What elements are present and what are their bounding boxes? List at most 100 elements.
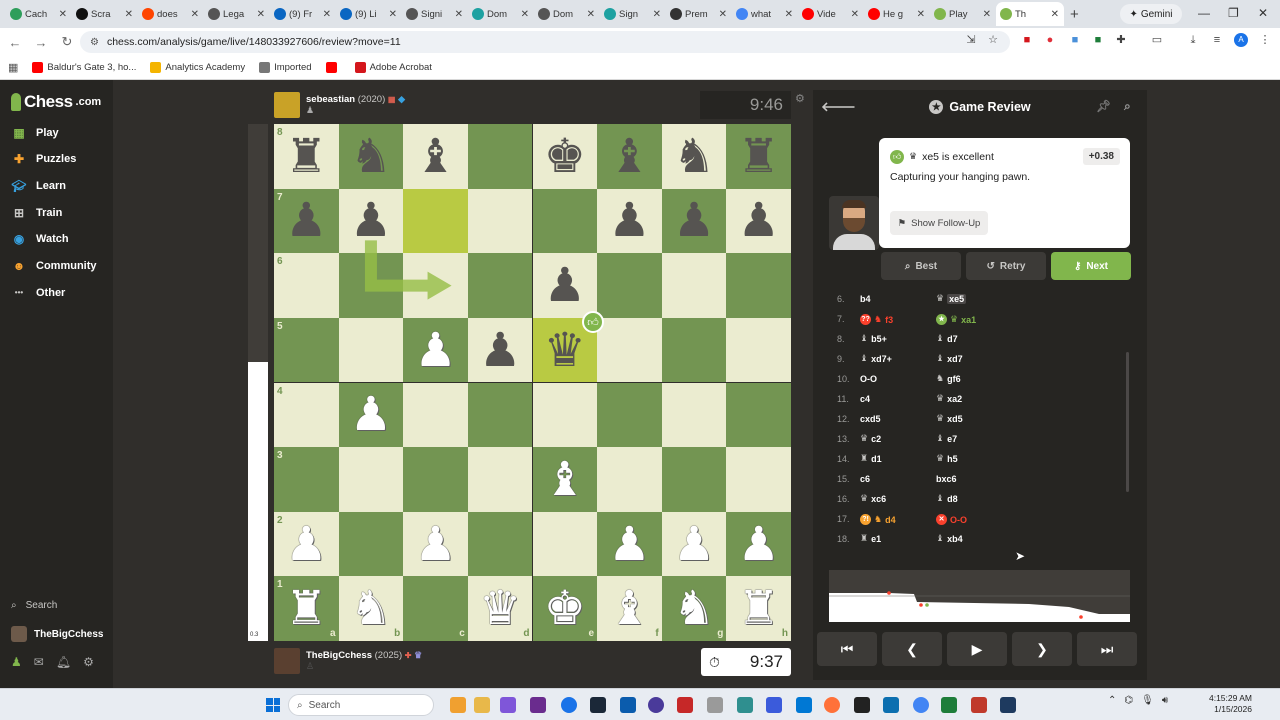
black-move[interactable]: ♛ xd5 xyxy=(936,414,963,424)
piece-c8[interactable]: ♝ xyxy=(403,124,468,189)
browser-tab[interactable]: (9) Li ✕ xyxy=(336,2,402,26)
menu-kebab-icon[interactable]: ⋮ xyxy=(1258,33,1272,47)
avatar[interactable] xyxy=(274,92,300,118)
bookmark-item[interactable]: Adobe Acrobat xyxy=(354,62,432,73)
square-c4[interactable] xyxy=(403,382,468,448)
network-icon[interactable]: ⌬ xyxy=(1124,695,1133,706)
settings-gear-icon[interactable]: ⚙ xyxy=(83,655,94,669)
square-d3[interactable] xyxy=(467,447,533,512)
taskbar-app-icon[interactable] xyxy=(707,697,723,713)
square-d6[interactable] xyxy=(467,253,533,318)
taskbar-app-icon[interactable] xyxy=(766,697,782,713)
extension-icon[interactable]: ■ xyxy=(1068,33,1082,47)
steam-icon[interactable] xyxy=(590,697,606,713)
close-window-icon[interactable]: ✕ xyxy=(1258,6,1268,20)
download-icon[interactable]: ⤓ xyxy=(1186,33,1200,47)
piece-a8[interactable]: ♜ xyxy=(274,124,339,189)
piece-f8[interactable]: ♝ xyxy=(597,124,662,189)
piece-f7[interactable]: ♟ xyxy=(597,189,662,254)
piece-g1[interactable]: ♞ xyxy=(662,576,727,641)
taskbar-search[interactable]: ⌕ Search xyxy=(288,694,434,716)
piece-b4[interactable]: ♟ xyxy=(339,383,404,448)
square-g5[interactable] xyxy=(661,317,727,383)
close-tab-icon[interactable]: ✕ xyxy=(125,9,133,20)
pin-icon[interactable]: 📌︎ xyxy=(1096,99,1111,113)
close-tab-icon[interactable]: ✕ xyxy=(191,9,199,20)
play-button[interactable]: ▶ xyxy=(947,632,1007,666)
browser-tab[interactable]: He g ✕ xyxy=(864,2,930,26)
taskbar-app-icon[interactable] xyxy=(450,697,466,713)
next-move-button[interactable]: ❯ xyxy=(1012,632,1072,666)
square-b6[interactable] xyxy=(338,253,404,318)
black-move[interactable]: ♝ e7 xyxy=(936,434,957,444)
sidebar-item-puzzles[interactable]: ✚ Puzzles xyxy=(11,152,76,166)
close-tab-icon[interactable]: ✕ xyxy=(851,9,859,20)
square-a3[interactable]: 3 xyxy=(274,447,339,512)
piece-h1[interactable]: ♜ xyxy=(726,576,791,641)
square-e7[interactable] xyxy=(532,188,598,254)
bookmark-item[interactable]: Imported xyxy=(259,62,312,73)
friends-icon[interactable]: ♟ xyxy=(11,655,22,669)
square-a4[interactable]: 4 xyxy=(274,382,339,448)
next-button[interactable]: ⚷ Next xyxy=(1051,252,1131,280)
browser-tab[interactable]: (9) Fr ✕ xyxy=(270,2,336,26)
piece-d1[interactable]: ♛ xyxy=(468,576,533,641)
volume-icon[interactable]: 🔊︎ xyxy=(1162,695,1168,706)
move-list-scrollbar[interactable] xyxy=(1126,352,1129,492)
mail-icon[interactable]: ✉ xyxy=(34,655,44,669)
black-move[interactable]: bxc6 xyxy=(936,474,957,484)
close-tab-icon[interactable]: ✕ xyxy=(917,9,925,20)
previous-move-button[interactable]: ❮ xyxy=(882,632,942,666)
square-h6[interactable] xyxy=(726,253,791,318)
new-tab-button[interactable]: + xyxy=(1070,6,1079,23)
black-move[interactable]: ♛ xe5 xyxy=(936,294,967,304)
piece-h8[interactable]: ♜ xyxy=(726,124,791,189)
filezilla-icon[interactable] xyxy=(971,697,987,713)
top-player-name-row[interactable]: sebeastian (2020) ▦ ◆ xyxy=(306,94,405,105)
browser-tab[interactable]: Play ✕ xyxy=(930,2,996,26)
taskbar-app-icon[interactable] xyxy=(737,697,753,713)
close-tab-icon[interactable]: ✕ xyxy=(785,9,793,20)
system-clock[interactable]: 4:15:29 AM 1/15/2026 xyxy=(1206,693,1252,715)
close-tab-icon[interactable]: ✕ xyxy=(1051,9,1059,20)
windows-start-icon[interactable] xyxy=(266,698,280,712)
close-tab-icon[interactable]: ✕ xyxy=(719,9,727,20)
site-info-icon[interactable]: ⚙ xyxy=(90,37,99,48)
chrome-profile-icon[interactable] xyxy=(913,697,929,713)
taskbar-app-icon[interactable] xyxy=(1000,697,1016,713)
back-icon[interactable]: ← xyxy=(4,35,26,50)
white-move[interactable]: ♜ d1 xyxy=(860,454,882,464)
square-f6[interactable] xyxy=(597,253,662,318)
close-tab-icon[interactable]: ✕ xyxy=(653,9,661,20)
piece-a2[interactable]: ♟ xyxy=(274,512,339,577)
piece-h7[interactable]: ♟ xyxy=(726,189,791,254)
piece-e3[interactable]: ♝ xyxy=(533,447,598,512)
piece-e6[interactable]: ♟ xyxy=(533,253,598,318)
extension-icon[interactable]: ● xyxy=(1043,33,1057,47)
square-a6[interactable]: 6 xyxy=(274,253,339,318)
white-move[interactable]: ♛ xc6 xyxy=(860,494,886,504)
square-b2[interactable] xyxy=(338,511,404,577)
square-d2[interactable] xyxy=(467,511,533,577)
square-h3[interactable] xyxy=(726,447,791,512)
black-move[interactable]: ★ ♛ xa1 xyxy=(936,314,976,325)
piece-g2[interactable]: ♟ xyxy=(662,512,727,577)
gemini-button[interactable]: ✦ Gemini xyxy=(1120,4,1182,24)
piece-g7[interactable]: ♟ xyxy=(662,189,727,254)
square-c6[interactable] xyxy=(403,253,468,318)
reload-icon[interactable]: ↻ xyxy=(56,34,78,50)
piece-g8[interactable]: ♞ xyxy=(662,124,727,189)
browser-tab[interactable]: Signi ✕ xyxy=(402,2,468,26)
sidebar-item-community[interactable]: ☻ Community xyxy=(11,259,97,273)
piece-e8[interactable]: ♚ xyxy=(533,124,598,189)
chesscom-logo[interactable]: Chess .com xyxy=(11,92,101,112)
browser-tab[interactable]: Dom ✕ xyxy=(534,2,600,26)
close-tab-icon[interactable]: ✕ xyxy=(257,9,265,20)
piece-e1[interactable]: ♚ xyxy=(533,576,598,641)
excel-icon[interactable] xyxy=(941,697,957,713)
close-tab-icon[interactable]: ✕ xyxy=(389,9,397,20)
apps-grid-icon[interactable]: ▦ xyxy=(8,61,18,74)
side-panel-icon[interactable]: ▭ xyxy=(1150,33,1164,47)
show-follow-up-button[interactable]: ⚑ Show Follow-Up xyxy=(890,211,988,235)
browser-tab[interactable]: what ✕ xyxy=(732,2,798,26)
